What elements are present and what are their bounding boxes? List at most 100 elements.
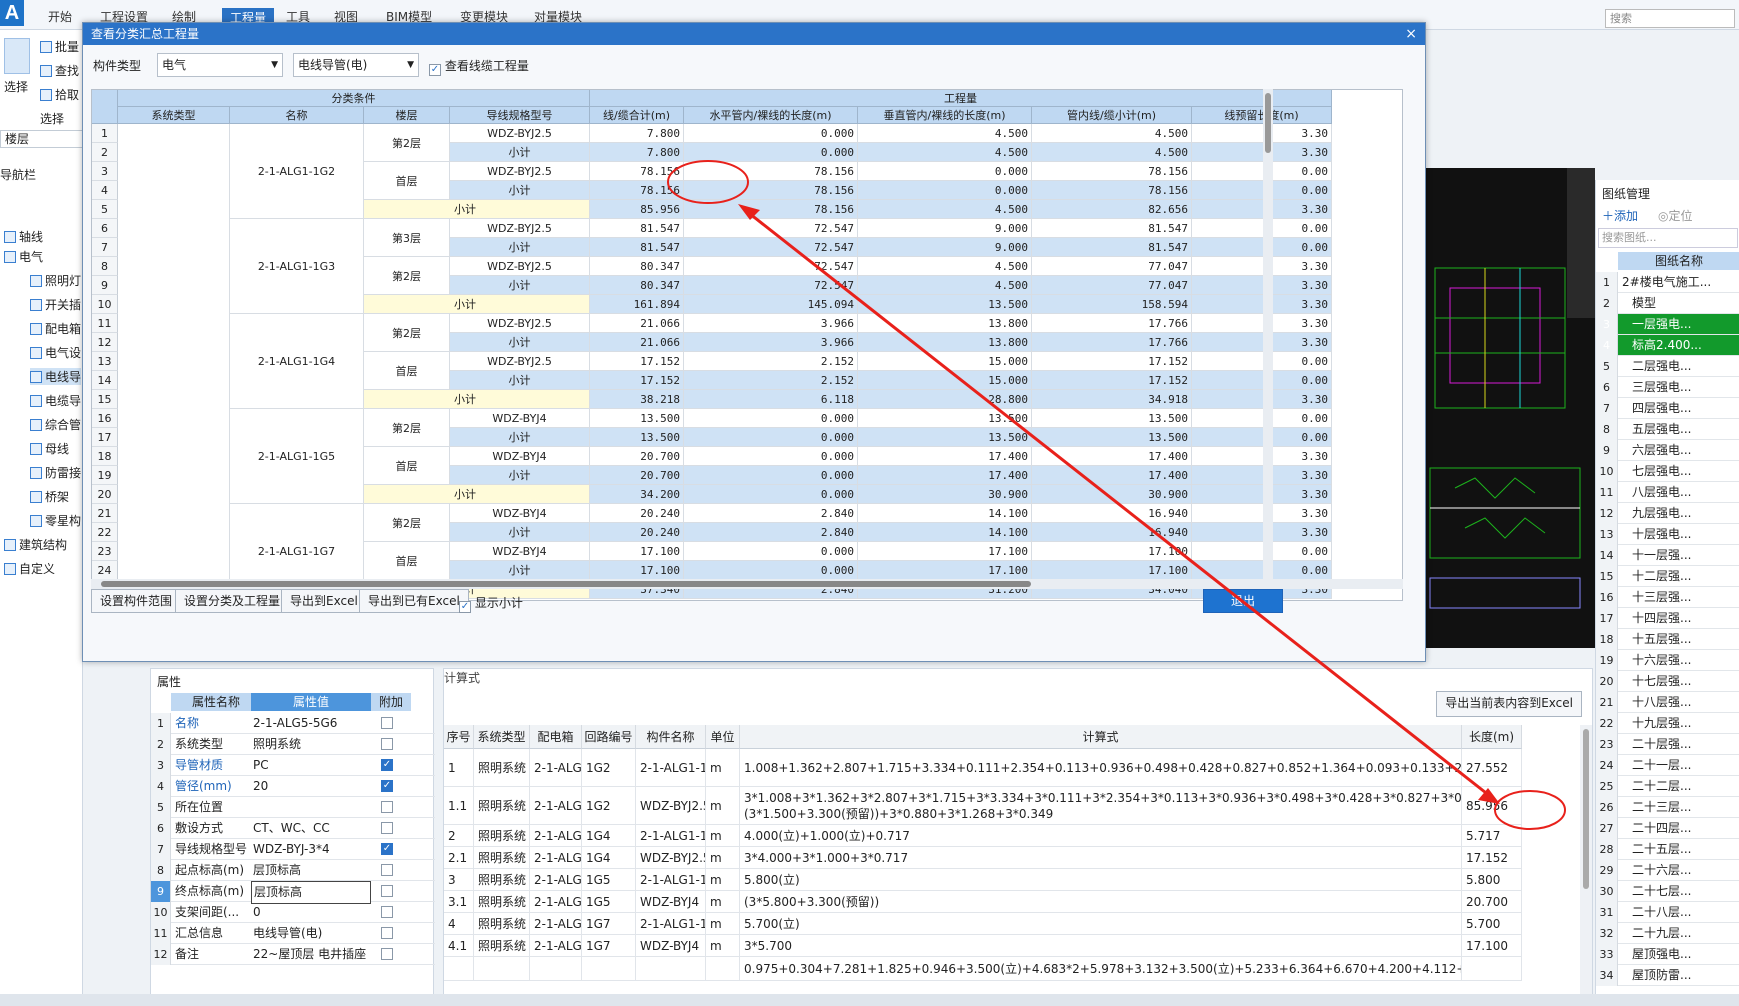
drawing-row[interactable]: 20 十七层强... [1596, 671, 1739, 692]
subtype-select[interactable]: 电线导管(电) ▼ [293, 53, 419, 77]
floor-selector[interactable]: 楼层 [0, 130, 83, 148]
property-row[interactable]: 11 汇总信息 电线导管(电) [151, 923, 435, 944]
nav-item[interactable]: 电缆导 [30, 392, 81, 409]
drawing-row[interactable]: 24 二十一层... [1596, 755, 1739, 776]
locate-button[interactable]: ◎定位 [1658, 207, 1693, 224]
calc-column-header[interactable]: 长度(m) [1462, 725, 1522, 749]
drawing-row[interactable]: 14 十一层强... [1596, 545, 1739, 566]
column-header[interactable]: 名称 [230, 107, 364, 124]
set-category-button[interactable]: 设置分类及工程量 [175, 589, 290, 613]
nav-item[interactable]: 综合管 [30, 416, 81, 433]
exit-button[interactable]: 退出 [1203, 589, 1283, 613]
property-row[interactable]: 9 终点标高(m) 层顶标高 [151, 881, 435, 904]
drawing-row[interactable]: 13 十层强电... [1596, 524, 1739, 545]
export-existing-excel-button[interactable]: 导出到已有Excel [359, 589, 469, 613]
drawing-row[interactable]: 8 五层强电... [1596, 419, 1739, 440]
column-header[interactable]: 水平管内/裸线的长度(m) [684, 107, 858, 124]
nav-item[interactable]: 轴线 [4, 228, 43, 245]
column-header[interactable]: 管内线/缆小计(m) [1032, 107, 1192, 124]
property-extra-checkbox[interactable] [381, 738, 393, 750]
property-value[interactable]: PC [251, 755, 371, 776]
property-value[interactable]: 22~屋顶层 电井插座 [251, 944, 371, 965]
calc-column-header[interactable]: 回路编号 [582, 725, 636, 749]
nav-item[interactable]: 防雷接 [30, 464, 81, 481]
calc-column-header[interactable]: 序号 [444, 725, 474, 749]
column-header[interactable]: 线预留长度(m) [1192, 107, 1332, 124]
drawing-row[interactable]: 15 十二层强... [1596, 566, 1739, 587]
component-type-select[interactable]: 电气 ▼ [157, 53, 283, 77]
drawing-row[interactable]: 2 模型 [1596, 293, 1739, 314]
nav-item[interactable]: 建筑结构 [4, 536, 67, 553]
nav-item[interactable]: 自定义 [4, 560, 55, 577]
drawing-row[interactable]: 18 十五层强... [1596, 629, 1739, 650]
property-value[interactable]: 照明系统 [251, 734, 371, 755]
property-row[interactable]: 4 管径(mm) 20 ✓ [151, 776, 435, 797]
drawing-row[interactable]: 27 二十四层... [1596, 818, 1739, 839]
nav-item[interactable]: 电气 [4, 248, 43, 265]
property-row[interactable]: 5 所在位置 [151, 797, 435, 818]
property-row[interactable]: 2 系统类型 照明系统 [151, 734, 435, 755]
nav-item[interactable]: 母线 [30, 440, 69, 457]
property-extra-checkbox[interactable] [381, 948, 393, 960]
property-value[interactable]: 0 [251, 902, 371, 923]
property-extra-checkbox[interactable] [381, 885, 393, 897]
drawing-row[interactable]: 21 十八层强... [1596, 692, 1739, 713]
column-header[interactable]: 垂直管内/裸线的长度(m) [858, 107, 1032, 124]
drawing-row[interactable]: 31 二十八层... [1596, 902, 1739, 923]
calc-column-header[interactable]: 系统类型 [474, 725, 530, 749]
drawing-row[interactable]: 23 二十层强... [1596, 734, 1739, 755]
property-extra-checkbox[interactable] [381, 717, 393, 729]
drawing-row[interactable]: 6 三层强电... [1596, 377, 1739, 398]
drawing-row[interactable]: 5 二层强电... [1596, 356, 1739, 377]
column-header[interactable]: 楼层 [364, 107, 450, 124]
close-icon[interactable]: × [1405, 23, 1417, 45]
property-row[interactable]: 12 备注 22~屋顶层 电井插座 [151, 944, 435, 965]
column-header[interactable]: 系统类型 [118, 107, 230, 124]
drawing-row[interactable]: 19 十六层强... [1596, 650, 1739, 671]
nav-item[interactable]: 配电箱 [30, 320, 81, 337]
drawing-row[interactable]: 28 二十五层... [1596, 839, 1739, 860]
drawing-row[interactable]: 16 十三层强... [1596, 587, 1739, 608]
nav-item[interactable]: 桥架 [30, 488, 69, 505]
view-cable-checkbox[interactable]: ✓ 查看线缆工程量 [429, 57, 529, 76]
property-extra-checkbox[interactable]: ✓ [381, 780, 393, 792]
export-calc-button[interactable]: 导出当前表内容到Excel [1436, 691, 1582, 717]
property-extra-checkbox[interactable] [381, 822, 393, 834]
drawing-row[interactable]: 22 十九层强... [1596, 713, 1739, 734]
horizontal-scrollbar[interactable] [91, 579, 1403, 589]
drawing-row[interactable]: 10 七层强电... [1596, 461, 1739, 482]
calc-column-header[interactable]: 计算式 [740, 725, 1462, 749]
property-extra-checkbox[interactable]: ✓ [381, 843, 393, 855]
search-input[interactable]: 搜索 [1605, 9, 1735, 28]
cad-viewport[interactable] [1425, 168, 1595, 648]
nav-item[interactable]: 零星构 [30, 512, 81, 529]
nav-item[interactable]: 电气设 [30, 344, 81, 361]
select-tool-icon[interactable] [4, 38, 30, 74]
add-drawing-button[interactable]: ＋添加 [1602, 207, 1638, 224]
nav-item[interactable]: 照明灯 [30, 272, 81, 289]
property-value[interactable]: CT、WC、CC [251, 818, 371, 839]
drawing-row[interactable]: 34 屋顶防雷... [1596, 965, 1739, 986]
drawing-row[interactable]: 1 2#楼电气施工... [1596, 272, 1739, 293]
cad-toolbar[interactable] [1567, 168, 1595, 318]
property-value[interactable]: 2-1-ALG5-5G6 [251, 713, 371, 734]
drawing-row[interactable]: 33 屋顶强电... [1596, 944, 1739, 965]
drawing-search-input[interactable]: 搜索图纸... [1598, 228, 1738, 248]
batch-select-button[interactable]: 批量 [40, 38, 79, 55]
calc-column-header[interactable]: 构件名称 [636, 725, 706, 749]
pick-button[interactable]: 拾取 [40, 86, 79, 103]
set-range-button[interactable]: 设置构件范围 [91, 589, 182, 613]
property-row[interactable]: 10 支架间距(... 0 [151, 902, 435, 923]
property-value[interactable]: 20 [251, 776, 371, 797]
property-extra-checkbox[interactable] [381, 927, 393, 939]
drawing-row[interactable]: 29 二十六层... [1596, 860, 1739, 881]
drawing-row[interactable]: 11 八层强电... [1596, 482, 1739, 503]
nav-item[interactable]: 电线导 [30, 368, 82, 385]
property-row[interactable]: 7 导线规格型号 WDZ-BYJ-3*4 ✓ [151, 839, 435, 860]
property-row[interactable]: 1 名称 2-1-ALG5-5G6 [151, 713, 435, 734]
drawing-row[interactable]: 7 四层强电... [1596, 398, 1739, 419]
calc-scrollbar[interactable] [1580, 725, 1592, 1005]
show-subtotal-checkbox[interactable]: ✓ 显示小计 [459, 594, 523, 613]
drawing-row[interactable]: 9 六层强电... [1596, 440, 1739, 461]
property-extra-checkbox[interactable] [381, 801, 393, 813]
